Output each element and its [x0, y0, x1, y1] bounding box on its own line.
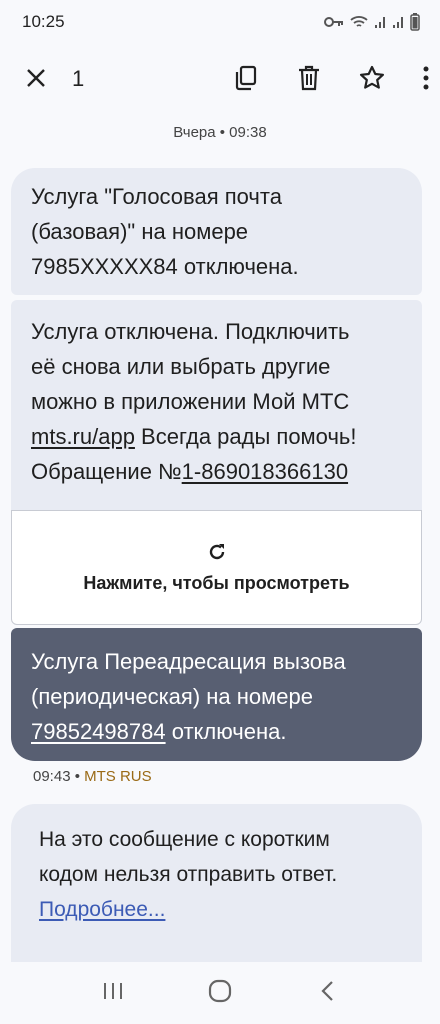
message-text-line: Обращение №1-869018366130: [31, 454, 402, 489]
star-icon: [359, 65, 385, 96]
learn-more-link[interactable]: Подробнее...: [39, 898, 165, 921]
message-text-line: Услуга Переадресация вызова: [31, 649, 346, 674]
close-icon: [25, 67, 47, 94]
refresh-icon: [207, 542, 227, 567]
message-bubble[interactable]: Услуга отключена. Подключить её снова ил…: [11, 300, 422, 510]
message-text-line: можно в приложении Мой МТС: [31, 389, 350, 414]
message-bubble[interactable]: Услуга "Голосовая почта (базовая)" на но…: [11, 168, 422, 295]
ticket-prefix: Обращение №: [31, 459, 182, 484]
selected-count: 1: [72, 66, 85, 91]
key-icon: [324, 16, 344, 28]
reply-disabled-card: На это сообщение с коротким кодом нельзя…: [11, 804, 422, 962]
message-text-line: mts.ru/app Всегда рады помочь!: [31, 419, 402, 454]
recents-icon: [102, 981, 124, 1006]
copy-icon: [234, 65, 258, 96]
phone-link[interactable]: 79852498784: [31, 719, 166, 744]
message-text-line: Услуга "Голосовая почта: [31, 184, 282, 209]
home-button[interactable]: [200, 973, 240, 1013]
system-nav-bar: [0, 962, 440, 1024]
battery-icon: [410, 13, 420, 31]
status-time: 10:25: [22, 12, 65, 31]
message-text-line: 79852498784 отключена.: [31, 714, 402, 749]
message-text-line: (периодическая) на номере: [31, 684, 313, 709]
message-bubble-selected[interactable]: Услуга Переадресация вызова (периодическ…: [11, 628, 422, 761]
message-text-line: Услуга отключена. Подключить: [31, 319, 350, 344]
signal-icon: [392, 15, 404, 29]
more-icon: [423, 66, 429, 95]
message-text-fragment: отключена.: [165, 719, 287, 744]
delete-button[interactable]: [287, 58, 331, 102]
date-label: Вчера • 09:38: [173, 124, 267, 141]
ticket-number-link[interactable]: 1-869018366130: [182, 459, 348, 484]
back-icon: [320, 980, 334, 1007]
wifi-icon: [350, 15, 368, 29]
home-icon: [208, 979, 232, 1008]
meta-separator: •: [70, 768, 85, 785]
message-text-line: (базовая)" на номере: [31, 219, 249, 244]
info-text-line: На это сообщение с коротким: [39, 828, 330, 851]
close-button[interactable]: [14, 58, 58, 102]
preview-label: Нажмите, чтобы просмотреть: [83, 572, 350, 593]
message-meta: 09:43 • MTS RUS: [33, 768, 152, 785]
star-button[interactable]: [350, 58, 394, 102]
message-text-fragment: Всегда рады помочь!: [134, 424, 357, 449]
message-thread: Вчера • 09:38 Услуга "Голосовая почта (б…: [0, 116, 440, 962]
delete-icon: [298, 65, 320, 96]
back-button[interactable]: [307, 973, 347, 1013]
status-icons: [324, 13, 420, 31]
app-bar: 1: [0, 44, 440, 116]
app-link[interactable]: mts.ru/app: [31, 424, 135, 449]
info-text-line: кодом нельзя отправить ответ.: [39, 863, 338, 886]
message-text-line: 7985XXXXX84 отключена.: [31, 254, 299, 279]
signal-icon: [374, 15, 386, 29]
message-text-line: её снова или выбрать другие: [31, 354, 331, 379]
status-bar: 10:25: [0, 0, 440, 44]
copy-button[interactable]: [224, 58, 268, 102]
recents-button[interactable]: [93, 973, 133, 1013]
sender-name: MTS RUS: [84, 768, 152, 785]
link-preview-card[interactable]: Нажмите, чтобы просмотреть: [11, 510, 422, 625]
more-button[interactable]: [412, 58, 440, 102]
message-time: 09:43: [33, 768, 71, 785]
